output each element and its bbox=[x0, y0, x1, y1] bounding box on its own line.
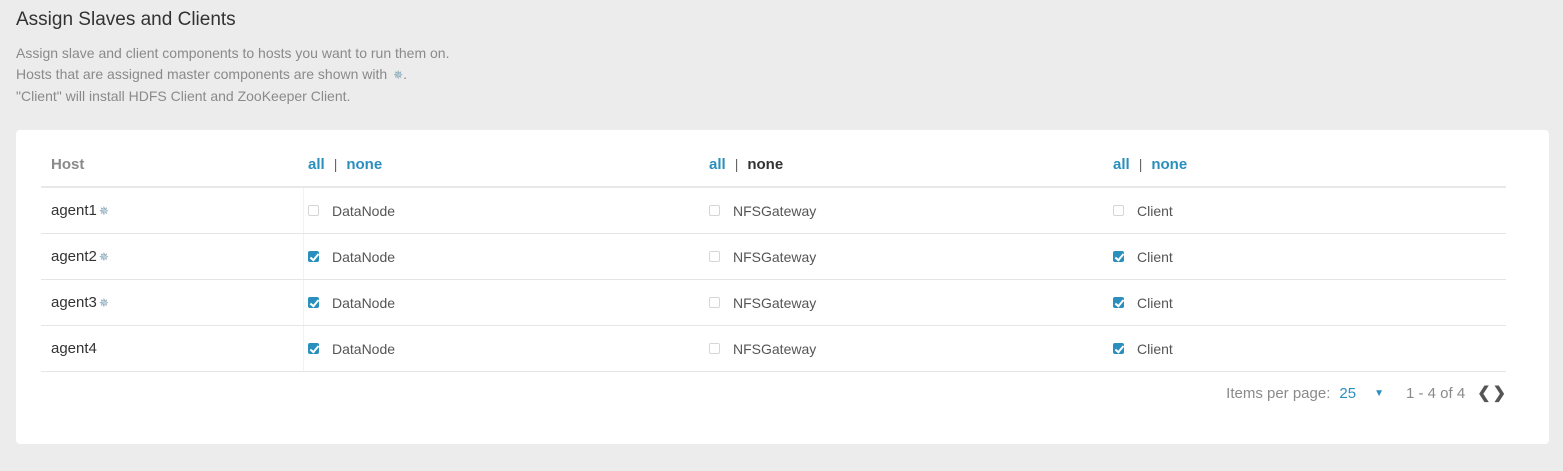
master-component-icon: ✵ bbox=[98, 203, 109, 218]
host-label: agent4 bbox=[51, 340, 97, 357]
datanode-label: DataNode bbox=[332, 248, 396, 265]
separator: | bbox=[1138, 156, 1143, 172]
host-column-header: Host bbox=[51, 142, 84, 186]
datanode-label: DataNode bbox=[332, 294, 396, 311]
host-cell: agent1 ✵ bbox=[41, 188, 304, 233]
pagination-range: 1 - 4 of 4 bbox=[1405, 384, 1466, 402]
host-label: agent3 bbox=[51, 294, 97, 311]
table-row: agent2 ✵ DataNode NFSGateway Client bbox=[41, 234, 1506, 280]
datanode-cell: DataNode bbox=[308, 234, 395, 279]
dropdown-caret-icon[interactable]: ▼ bbox=[1374, 388, 1384, 399]
client-checkbox[interactable] bbox=[1113, 251, 1124, 262]
nfsgateway-cell: NFSGateway bbox=[709, 280, 816, 325]
nfsgateway-label: NFSGateway bbox=[733, 248, 817, 265]
datanode-select-all-link[interactable]: all bbox=[308, 156, 325, 173]
nfsgateway-select-none-link: none bbox=[747, 155, 784, 173]
client-checkbox[interactable] bbox=[1113, 297, 1124, 308]
datanode-column-header: all | none bbox=[308, 142, 382, 186]
table-row: agent4 DataNode NFSGateway Client bbox=[41, 326, 1506, 372]
nfsgateway-select-all-link[interactable]: all bbox=[709, 156, 726, 173]
nfsgateway-checkbox[interactable] bbox=[709, 251, 720, 262]
client-label: Client bbox=[1137, 202, 1173, 219]
description-line-2-suffix: . bbox=[403, 66, 408, 82]
client-label: Client bbox=[1137, 248, 1173, 265]
host-name: agent2 ✵ bbox=[51, 234, 109, 279]
items-per-page-select[interactable]: 25 bbox=[1339, 385, 1356, 402]
client-cell: Client bbox=[1113, 280, 1173, 325]
client-checkbox[interactable] bbox=[1113, 205, 1124, 216]
nfsgateway-label: NFSGateway bbox=[733, 294, 817, 311]
datanode-checkbox[interactable] bbox=[308, 205, 319, 216]
client-cell: Client bbox=[1113, 188, 1173, 233]
description-line-3: "Client" will install HDFS Client and Zo… bbox=[16, 88, 351, 104]
assignment-card: Host all | none all | none all | none ag… bbox=[16, 130, 1549, 444]
separator: | bbox=[734, 156, 739, 172]
description-line-1: Assign slave and client components to ho… bbox=[16, 45, 450, 61]
datanode-label: DataNode bbox=[332, 202, 396, 219]
client-select-none-link[interactable]: none bbox=[1151, 156, 1187, 173]
host-name: agent1 ✵ bbox=[51, 188, 109, 233]
client-cell: Client bbox=[1113, 234, 1173, 279]
master-component-icon: ✵ bbox=[393, 68, 404, 82]
table-row: agent3 ✵ DataNode NFSGateway Client bbox=[41, 280, 1506, 326]
host-cell: agent4 bbox=[41, 326, 304, 371]
host-header-label: Host bbox=[51, 155, 85, 173]
host-cell: agent3 ✵ bbox=[41, 280, 304, 325]
table-header-row: Host all | none all | none all | none bbox=[41, 142, 1506, 188]
host-label: agent2 bbox=[51, 248, 97, 265]
datanode-checkbox[interactable] bbox=[308, 343, 319, 354]
nfsgateway-label: NFSGateway bbox=[733, 340, 817, 357]
next-page-icon[interactable]: ❯ bbox=[1493, 383, 1506, 403]
page: Assign Slaves and Clients Assign slave a… bbox=[0, 0, 1563, 471]
host-name: agent3 ✵ bbox=[51, 280, 109, 325]
datanode-cell: DataNode bbox=[308, 188, 395, 233]
description-line-2-text: Hosts that are assigned master component… bbox=[16, 66, 388, 82]
client-label: Client bbox=[1137, 294, 1173, 311]
nfsgateway-column-header: all | none bbox=[709, 142, 783, 186]
separator: | bbox=[333, 156, 338, 172]
client-label: Client bbox=[1137, 340, 1173, 357]
previous-page-icon[interactable]: ❮ bbox=[1477, 383, 1490, 403]
host-name: agent4 bbox=[51, 326, 99, 371]
master-component-icon: ✵ bbox=[98, 249, 109, 264]
host-cell: agent2 ✵ bbox=[41, 234, 304, 279]
datanode-cell: DataNode bbox=[308, 280, 395, 325]
datanode-checkbox[interactable] bbox=[308, 297, 319, 308]
pagination-bar: Items per page: 25 ▼ 1 - 4 of 4 ❮ ❯ bbox=[1226, 383, 1506, 403]
description-line-2: Hosts that are assigned master component… bbox=[16, 64, 449, 86]
items-per-page-label: Items per page: bbox=[1226, 384, 1331, 402]
page-description: Assign slave and client components to ho… bbox=[16, 43, 449, 107]
table-row: agent1 ✵ DataNode NFSGateway Client bbox=[41, 188, 1506, 234]
page-title: Assign Slaves and Clients bbox=[16, 9, 236, 30]
master-component-icon: ✵ bbox=[98, 295, 109, 310]
datanode-cell: DataNode bbox=[308, 326, 395, 371]
datanode-select-none-link[interactable]: none bbox=[346, 156, 382, 173]
nfsgateway-cell: NFSGateway bbox=[709, 234, 816, 279]
client-checkbox[interactable] bbox=[1113, 343, 1124, 354]
datanode-label: DataNode bbox=[332, 340, 396, 357]
client-cell: Client bbox=[1113, 326, 1173, 371]
host-label: agent1 bbox=[51, 202, 97, 219]
client-select-all-link[interactable]: all bbox=[1113, 156, 1130, 173]
nfsgateway-checkbox[interactable] bbox=[709, 343, 720, 354]
datanode-checkbox[interactable] bbox=[308, 251, 319, 262]
client-column-header: all | none bbox=[1113, 142, 1187, 186]
nfsgateway-label: NFSGateway bbox=[733, 202, 817, 219]
nfsgateway-cell: NFSGateway bbox=[709, 326, 816, 371]
nfsgateway-checkbox[interactable] bbox=[709, 297, 720, 308]
nfsgateway-checkbox[interactable] bbox=[709, 205, 720, 216]
assignment-table: Host all | none all | none all | none ag… bbox=[41, 142, 1506, 372]
nfsgateway-cell: NFSGateway bbox=[709, 188, 816, 233]
